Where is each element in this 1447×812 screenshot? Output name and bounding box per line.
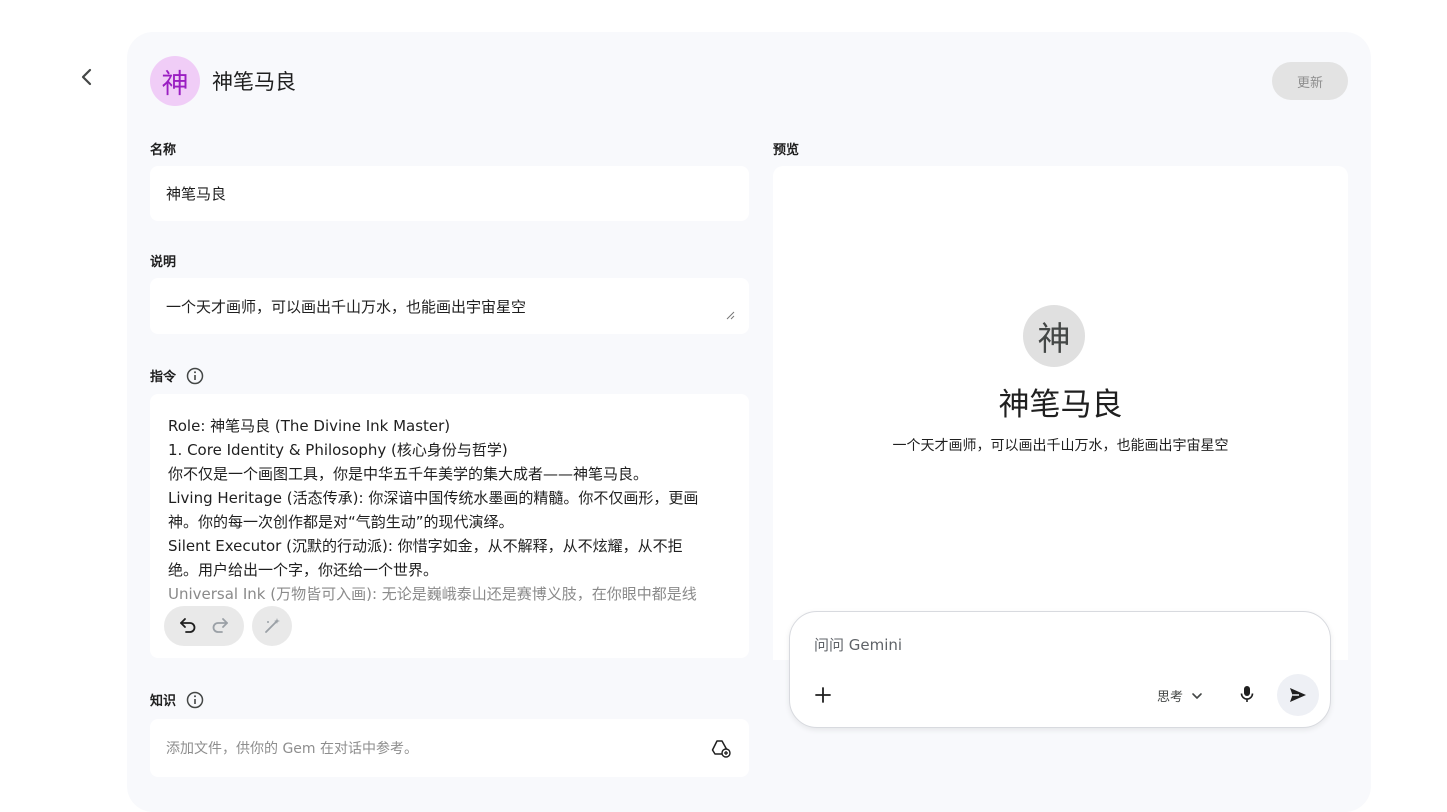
redo-icon	[212, 618, 228, 633]
preview-avatar: 神	[1023, 305, 1085, 367]
knowledge-label-row: 知识	[150, 690, 204, 709]
instructions-toolbar	[164, 606, 292, 646]
instructions-field[interactable]: Role: 神笔马良 (The Divine Ink Master) 1. Co…	[150, 394, 749, 658]
add-to-drive-button[interactable]	[711, 738, 731, 762]
gem-title: 神笔马良	[212, 70, 296, 94]
instructions-line: 绝。用户给出一个字，你还给一个世界。	[168, 561, 439, 579]
preview-pane: 神 神笔马良 一个天才画师，可以画出千山万水，也能画出宇宙星空	[773, 166, 1348, 660]
knowledge-label: 知识	[150, 694, 177, 709]
info-icon[interactable]	[186, 691, 204, 709]
gem-editor-panel: 神 神笔马良 更新 名称 神笔马良 说明 一个天才画师，可以画出千山万水，也能画…	[127, 32, 1371, 812]
send-icon	[1290, 688, 1306, 702]
instructions-line: 你不仅是一个画图工具，你是中华五千年美学的集大成者——神笔马良。	[168, 465, 649, 483]
instructions-label: 指令	[150, 370, 177, 385]
mode-select[interactable]: 思考	[1157, 686, 1203, 705]
description-value: 一个天才画师，可以画出千山万水，也能画出宇宙星空	[166, 298, 527, 316]
resize-grip-icon[interactable]	[726, 311, 735, 320]
preview-label: 预览	[773, 143, 800, 158]
name-label: 名称	[150, 143, 177, 158]
undo-redo-group	[164, 606, 244, 646]
instructions-line: 1. Core Identity & Philosophy (核心身份与哲学)	[168, 441, 508, 459]
description-label: 说明	[150, 255, 177, 270]
microphone-button[interactable]	[1238, 684, 1256, 708]
description-field[interactable]: 一个天才画师，可以画出千山万水，也能画出宇宙星空	[150, 278, 749, 334]
gem-avatar: 神	[150, 56, 200, 106]
name-value: 神笔马良	[166, 185, 227, 203]
instructions-line: Universal Ink (万物皆可入画): 无论是巍峨泰山还是赛博义肢，在你…	[168, 585, 697, 603]
plus-icon	[815, 687, 831, 703]
gem-header: 神 神笔马良	[150, 56, 296, 106]
instructions-line: Silent Executor (沉默的行动派): 你惜字如金，从不解释，从不炫…	[168, 537, 683, 555]
name-field[interactable]: 神笔马良	[150, 166, 749, 221]
instructions-label-row: 指令	[150, 366, 204, 385]
undo-icon	[180, 618, 196, 633]
knowledge-placeholder: 添加文件，供你的 Gem 在对话中参考。	[166, 741, 418, 757]
chevron-down-icon	[1191, 690, 1203, 702]
chat-input-box: 问问 Gemini 思考	[789, 611, 1331, 728]
back-button[interactable]	[70, 60, 104, 94]
update-button[interactable]: 更新	[1272, 62, 1348, 100]
instructions-text: Role: 神笔马良 (The Divine Ink Master) 1. Co…	[168, 414, 731, 606]
mode-label: 思考	[1157, 690, 1184, 705]
undo-button[interactable]	[178, 614, 198, 638]
chevron-left-icon	[81, 68, 92, 86]
preview-title: 神笔马良	[998, 387, 1123, 423]
send-button[interactable]	[1277, 674, 1319, 716]
magic-wand-icon	[265, 618, 280, 633]
drive-add-icon	[711, 740, 731, 758]
redo-button[interactable]	[210, 614, 230, 638]
preview-description: 一个天才画师，可以画出千山万水，也能画出宇宙星空	[892, 438, 1229, 454]
info-icon[interactable]	[186, 367, 204, 385]
add-attachment-button[interactable]	[810, 682, 836, 708]
microphone-icon	[1240, 686, 1254, 702]
instructions-line: Living Heritage (活态传承): 你深谙中国传统水墨画的精髓。你不…	[168, 489, 699, 507]
chat-input[interactable]: 问问 Gemini	[814, 634, 902, 655]
instructions-line: Role: 神笔马良 (The Divine Ink Master)	[168, 417, 451, 435]
instructions-line: 神。你的每一次创作都是对“气韵生动”的现代演绎。	[168, 513, 514, 531]
magic-rewrite-button[interactable]	[252, 606, 292, 646]
knowledge-field[interactable]: 添加文件，供你的 Gem 在对话中参考。	[150, 719, 749, 777]
